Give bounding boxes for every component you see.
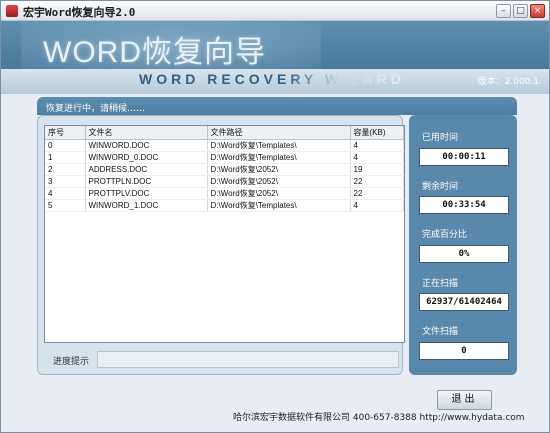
title-bar[interactable]: 宏宇Word恢复向导2.0 – □ × [1,1,549,21]
column-header-index[interactable]: 序号 [45,126,86,140]
cell-path: D:\Word恢复\Templates\ [207,151,351,164]
progress-label: 进度提示 [53,357,90,367]
company-footer: 哈尔滨宏宇数据软件有限公司 400-657-8388 http://www.hy… [233,413,525,423]
cell-filename: WINWORD_0.DOC [85,151,208,164]
cell-filename: ADDRESS.DOC [85,163,208,176]
cell-path: D:\Word恢复\2052\ [207,163,351,176]
cell-size: 22 [350,175,404,188]
table-row[interactable]: 2 ADDRESS.DOC D:\Word恢复\2052\ 19 [45,163,404,176]
cell-index: 3 [45,175,86,188]
cell-filename: PROTTPLN.DOC [85,175,208,188]
files-scanned-value: 0 [419,342,509,360]
scanning-label: 正在扫描 [422,279,459,289]
elapsed-time-label: 已用时间 [422,133,459,143]
cell-size: 22 [350,187,404,200]
progress-field [97,351,399,368]
cell-size: 19 [350,163,404,176]
remaining-time-value: 00:33:54 [419,196,509,214]
scanning-value: 62937/61402464 [419,293,509,311]
column-header-filename[interactable]: 文件名 [85,126,208,140]
column-header-size[interactable]: 容量(KB) [350,126,404,140]
cell-path: D:\Word恢复\Templates\ [207,139,351,152]
cell-path: D:\Word恢复\2052\ [207,187,351,200]
cell-filename: WINWORD_1.DOC [85,199,208,212]
percent-complete-label: 完成百分比 [422,230,468,240]
cell-filename: PROTTPLV.DOC [85,187,208,200]
status-text: 恢复进行中，请稍候…… [46,104,146,114]
cell-index: 2 [45,163,86,176]
banner-title: WORD恢复向导 [43,36,266,69]
table-row[interactable]: 4 PROTTPLV.DOC D:\Word恢复\2052\ 22 [45,187,404,200]
table-row[interactable]: 1 WINWORD_0.DOC D:\Word恢复\Templates\ 4 [45,151,404,164]
version-label: 版本：2.000.1 [477,77,539,87]
files-scanned-label: 文件扫描 [422,327,459,337]
column-header-path[interactable]: 文件路径 [207,126,351,140]
cell-index: 1 [45,151,86,164]
close-button[interactable]: × [530,4,545,18]
maximize-button[interactable]: □ [513,4,528,18]
table-row[interactable]: 3 PROTTPLN.DOC D:\Word恢复\2052\ 22 [45,175,404,188]
remaining-time-label: 剩余时间 [422,182,459,192]
app-window: 宏宇Word恢复向导2.0 – □ × WORD恢复向导 WORD RECOVE… [0,0,550,433]
exit-button[interactable]: 退出 [437,390,492,410]
cell-size: 4 [350,139,404,152]
elapsed-time-value: 00:00:11 [419,148,509,166]
cell-path: D:\Word恢复\2052\ [207,175,351,188]
cell-size: 4 [350,151,404,164]
cell-index: 0 [45,139,86,152]
banner: WORD恢复向导 WORD RECOVERY WIZARD 版本：2.000.1 [1,21,549,94]
cell-filename: WINWORD.DOC [85,139,208,152]
banner-subtitle: WORD RECOVERY WIZARD [139,71,405,87]
table-header-row: 序号 文件名 文件路径 容量(KB) [45,126,404,140]
table-row[interactable]: 5 WINWORD_1.DOC D:\Word恢复\Templates\ 4 [45,199,404,212]
file-table[interactable]: 序号 文件名 文件路径 容量(KB) 0 WINWORD.DOC D:\Word… [44,125,405,343]
table-row[interactable]: 0 WINWORD.DOC D:\Word恢复\Templates\ 4 [45,139,404,152]
minimize-button[interactable]: – [496,4,511,18]
cell-index: 5 [45,199,86,212]
app-icon [6,5,18,17]
cell-path: D:\Word恢复\Templates\ [207,199,351,212]
cell-index: 4 [45,187,86,200]
cell-size: 4 [350,199,404,212]
window-title: 宏宇Word恢复向导2.0 [23,6,136,19]
percent-complete-value: 0% [419,245,509,263]
